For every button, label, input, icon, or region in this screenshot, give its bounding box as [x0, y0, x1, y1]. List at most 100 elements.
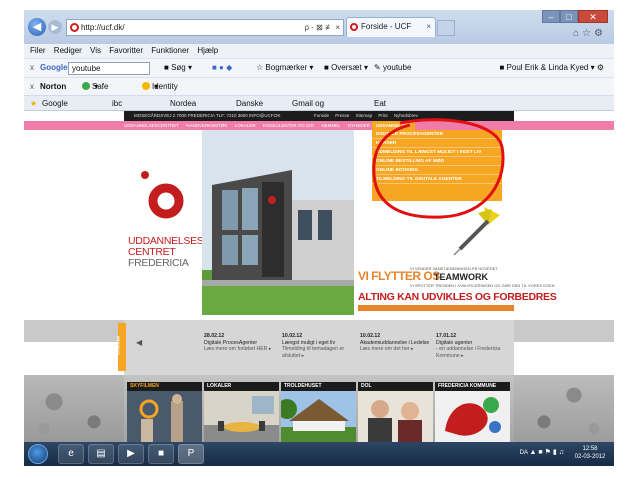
menu-hjaelp[interactable]: Hjælp [197, 46, 218, 55]
forward-button[interactable]: ▶ [48, 20, 62, 34]
news-more-link[interactable]: Læs mere om forløbet HER ▸ [204, 346, 274, 353]
news-side-tab[interactable]: NYHEDER [115, 323, 126, 371]
banner-teamwork: TEAMWORK [434, 272, 488, 282]
new-tab-button[interactable] [437, 20, 455, 36]
tile-lokaler-image [204, 391, 279, 442]
media-taskbar-icon[interactable]: ▶ [118, 444, 144, 464]
tile-dol-image [358, 391, 433, 442]
news-item[interactable]: 17.01.12 Digitale agenter - en uddannels… [436, 333, 506, 359]
top-nav-presse[interactable]: Presse [335, 113, 349, 118]
tile-title: TROLDEHUSET [281, 382, 356, 391]
ie-taskbar-icon[interactable]: e [58, 444, 84, 464]
ucf-logo-text[interactable]: UDDANNELSES CENTRET FREDERICIA [128, 236, 204, 269]
maximize-button[interactable]: □ [560, 10, 578, 23]
bookmarks-button[interactable]: ☆ Bogmærker ▾ [256, 59, 313, 77]
nav-nyheder[interactable]: NYHEDER [348, 123, 370, 128]
tile-lokaler[interactable]: LOKALER [204, 382, 279, 442]
news-title: Længst muligt i eget liv [282, 339, 336, 346]
browser-tool-icons[interactable]: ⌂☆⚙ [573, 28, 606, 39]
start-button[interactable] [28, 444, 48, 464]
google-search-input[interactable]: youtube [68, 62, 150, 75]
news-title: Digitale ProcesAgenter [204, 339, 258, 346]
nav-nemmel[interactable]: NEMMEL [321, 123, 340, 128]
tile-troldehuset[interactable]: TROLDEHUSET [281, 382, 356, 442]
news-item[interactable]: 10.02.12 Længst muligt i eget liv Tilmel… [282, 333, 352, 359]
tray-icons[interactable]: ▲■⚑▮♫ [529, 448, 566, 456]
news-more-link[interactable]: Læs mere om det her ▸ [360, 346, 430, 353]
url-text: http://ucf.dk/ [81, 23, 125, 32]
tile-title: LOKALER [204, 382, 279, 391]
menu-funktioner[interactable]: Funktioner [151, 46, 189, 55]
minimize-button[interactable]: – [542, 10, 560, 23]
google-user-button[interactable]: ■ Poul Erik & Linda Kyed ▾ ⚙ [499, 59, 604, 77]
site-contact: MOSEGÅRDSVEJ 2 7000 FREDERICIA TLF: 7210… [134, 113, 281, 118]
news-more-link[interactable]: Tilmelding til temadagen er afsluttet ▸ [282, 346, 352, 359]
youtube-label: youtube [382, 63, 412, 72]
tile-skyfilmen[interactable]: SKYFILMEN [127, 382, 202, 442]
language-indicator[interactable]: DA [520, 450, 528, 456]
translate-button[interactable]: ■ Oversæt ▾ [324, 59, 368, 77]
google-toolbar-icons[interactable]: ■ ● ◆ [212, 59, 232, 77]
tab-close-icon[interactable]: × [426, 18, 431, 36]
google-search-button[interactable]: ■ Søg ▾ [164, 59, 192, 77]
clock-time: 12:58 [582, 446, 598, 452]
tile-troldehuset-image [281, 391, 356, 442]
identity-safe-button[interactable]: Identity Safe ▾ [142, 78, 178, 108]
title-bar: ◀ ▶ http://ucf.dk/ ρ - ⊠ ≢ × Forside - U… [24, 10, 614, 44]
explorer-taskbar-icon[interactable]: ▤ [88, 444, 114, 464]
favorites-star-icon[interactable]: ★ [30, 96, 37, 111]
translate-label: Oversæt [331, 63, 362, 72]
banner-spotter: VI SPOTTER TRENDEN I KVALIFICERINGEN OG … [410, 283, 555, 288]
banner-alting: ALTING KAN UDVIKLES OG FORBEDRES [358, 291, 557, 303]
tab-forside[interactable]: Forside - UCF × [346, 17, 436, 37]
norton-toolbar: x Norton Safe Web ▾ Identity Safe ▾ [24, 77, 614, 108]
app-taskbar-icon[interactable]: ■ [148, 444, 174, 464]
news-item[interactable]: 10.02.12 Akademiuddannelse i Ledelse Læs… [360, 333, 430, 353]
news-title: Akademiuddannelse i Ledelse [360, 339, 430, 346]
news-tab-label: NYHEDER [115, 335, 121, 356]
tile-dol[interactable]: DOL [358, 382, 433, 442]
google-toolbar-close-icon[interactable]: x [30, 59, 34, 77]
logo-dot-icon [141, 171, 149, 179]
banner-headline: VI FLYTTER OS [358, 269, 440, 283]
address-bar[interactable]: http://ucf.dk/ ρ - ⊠ ≢ × [66, 19, 344, 36]
tile-fredericia-kommune-image [435, 391, 510, 442]
logo-line-3: FREDERICIA [128, 257, 189, 269]
menu-favoritter[interactable]: Favoritter [109, 46, 143, 55]
menu-rediger[interactable]: Rediger [54, 46, 82, 55]
building-photo [202, 130, 354, 315]
safe-web-button[interactable]: Safe Web ▾ [82, 78, 108, 108]
identity-safe-icon [142, 82, 150, 90]
safe-web-icon [82, 82, 90, 90]
window-controls: – □ ✕ [542, 10, 608, 24]
nav-lokaler[interactable]: LOKALER [235, 123, 256, 128]
top-nav-forside[interactable]: Forside [314, 113, 329, 118]
youtube-highlight[interactable]: ✎ youtube [374, 59, 411, 77]
norton-toolbar-close-icon[interactable]: x [30, 78, 34, 95]
news-more-link[interactable]: - en uddannelse i Fredericia Kommune ▸ [436, 346, 506, 359]
bookmarks-label: Bogmærker [265, 63, 308, 72]
tile-title: SKYFILMEN [127, 382, 202, 391]
news-title: Digitale agenter [436, 339, 473, 346]
tile-fredericia-kommune[interactable]: FREDERICIA KOMMUNE [435, 382, 510, 442]
nav-konsulenter[interactable]: KONSULENTER OG DIG [263, 123, 314, 128]
favorites-bar: ★ Google Oversat ibc Mit hjem Nordea Net… [24, 95, 614, 183]
clock[interactable]: 12:58 02-03-2012 [572, 445, 608, 461]
close-window-button[interactable]: ✕ [578, 10, 608, 23]
news-item[interactable]: 28.02.12 Digitale ProcesAgenter Læs mere… [204, 333, 274, 353]
site-favicon-icon [70, 23, 79, 32]
address-bar-actions[interactable]: ρ - ⊠ ≢ × [305, 20, 340, 35]
menu-vis[interactable]: Vis [90, 46, 101, 55]
nav-handverksmtor[interactable]: HANDVERKSMTØR [186, 123, 227, 128]
browser-window: ◀ ▶ http://ucf.dk/ ρ - ⊠ ≢ × Forside - U… [24, 10, 614, 466]
menu-filer[interactable]: Filer [30, 46, 46, 55]
news-prev-icon[interactable]: ◀ [136, 338, 142, 347]
red-annotation-circle [372, 118, 505, 219]
powerpoint-taskbar-icon[interactable]: P [178, 444, 204, 464]
windows-taskbar: e ▤ ▶ ■ P DA ▲■⚑▮♫ 12:58 02-03-2012 [24, 442, 614, 466]
tab-title: Forside - UCF [361, 22, 412, 31]
back-button[interactable]: ◀ [28, 18, 46, 36]
google-user-label: Poul Erik & Linda Kyed [506, 63, 589, 72]
nav-uddannelsescentret[interactable]: UDDANNELSESCENTRET [124, 123, 179, 128]
web-page: MOSEGÅRDSVEJ 2 7000 FREDERICIA TLF: 7210… [24, 111, 614, 442]
